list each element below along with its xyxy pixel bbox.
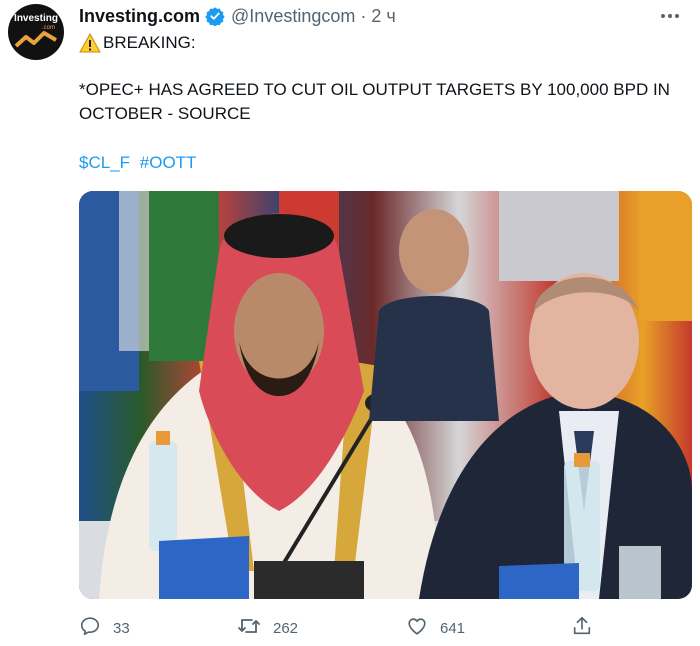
tweet-header: Investing.com @Investingcom · 2 ч (79, 4, 396, 28)
tweet-line-breaking: BREAKING: (79, 31, 691, 55)
chart-line-icon (14, 31, 58, 48)
share-button[interactable] (571, 612, 593, 644)
cashtag-link[interactable]: $CL_F (79, 153, 130, 172)
tweet-tags: $CL_F #OOTT (79, 151, 691, 175)
verified-badge-icon (205, 6, 225, 26)
separator-dot: · (360, 5, 367, 26)
retweet-count: 262 (273, 619, 299, 637)
more-options-icon[interactable] (658, 6, 682, 26)
retweet-icon (237, 615, 261, 641)
retweet-button[interactable]: 262 (237, 612, 298, 644)
share-icon (571, 615, 593, 641)
like-button[interactable]: 641 (406, 612, 465, 644)
avatar-logo-text: Investing (14, 13, 58, 24)
photo-image-icon (79, 191, 692, 599)
like-count: 641 (440, 619, 466, 637)
tweet-time[interactable]: 2 ч (371, 6, 395, 27)
reply-button[interactable]: 33 (79, 612, 130, 644)
author-name[interactable]: Investing.com (79, 6, 200, 27)
tweet-photo[interactable] (79, 191, 692, 599)
tweet-actions: 33 262 641 (79, 612, 691, 644)
tweet-body-text: *OPEC+ HAS AGREED TO CUT OIL OUTPUT TARG… (79, 80, 670, 123)
heart-icon (406, 615, 428, 641)
breaking-label: BREAKING: (103, 33, 196, 52)
reply-icon (79, 615, 101, 641)
author-handle[interactable]: @Investingcom (231, 6, 355, 27)
warning-icon (79, 33, 101, 53)
reply-count: 33 (113, 619, 130, 637)
hashtag-link[interactable]: #OOTT (140, 153, 197, 172)
avatar[interactable]: Investing .com (8, 4, 64, 60)
